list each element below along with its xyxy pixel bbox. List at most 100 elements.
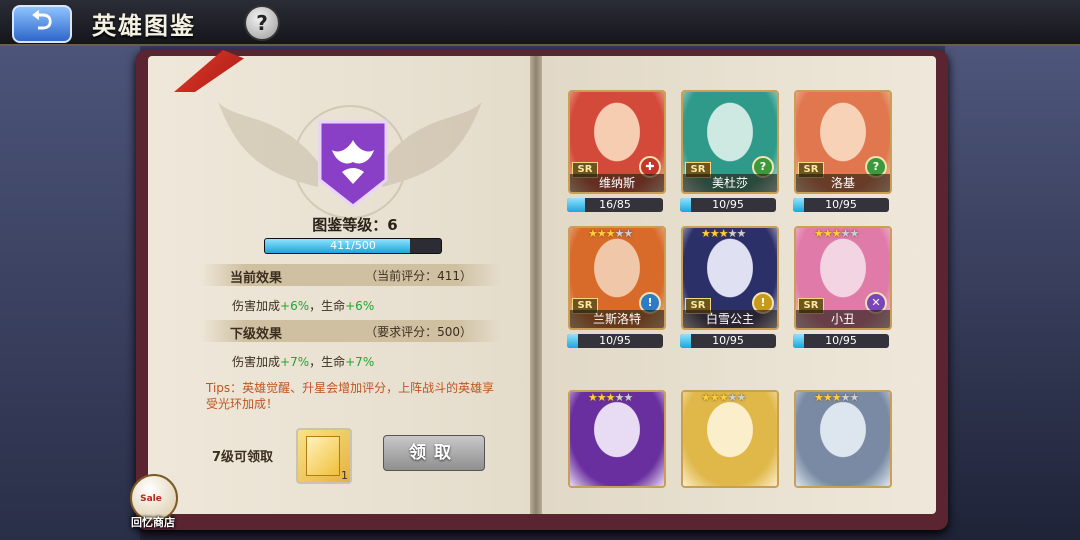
hero-card[interactable]: SR ✚ 维纳斯 [568, 90, 666, 194]
current-effect-line: 伤害加成+6%，生命+6% [232, 297, 374, 314]
hero-progress-text: 10/95 [599, 334, 631, 347]
star-rating: ★★★★★ [701, 227, 747, 240]
hero-card[interactable]: ★★★★★ [568, 390, 666, 488]
next-effect-hp-label: ，生命 [309, 355, 346, 369]
star-icon: ★ [718, 227, 729, 240]
current-effect-hp-label: ，生命 [309, 299, 346, 313]
hero-progress-bar: 10/95 [567, 334, 663, 348]
hero-portrait [796, 392, 890, 486]
current-effect-hp-value: +6% [345, 299, 375, 313]
reward-card-item[interactable]: 1 [296, 428, 352, 484]
shop-label: 回忆商店 [131, 516, 175, 529]
current-effect-dmg-value: +6% [280, 299, 310, 313]
hero-card[interactable]: ★★★★★ SR ✕ 小丑 [794, 226, 892, 330]
card-icon [306, 436, 340, 476]
star-icon: ★ [596, 391, 607, 404]
star-icon: ★ [614, 391, 625, 404]
star-icon: ★ [814, 391, 824, 404]
current-effect-title: 当前效果 [230, 271, 283, 286]
codex-shield-icon [318, 120, 388, 208]
hero-name: 美杜莎 [683, 174, 777, 192]
hero-portrait [683, 392, 777, 486]
star-icon: ★ [736, 227, 747, 240]
hero-name: 兰斯洛特 [570, 310, 664, 328]
hero-progress-text: 10/95 [712, 198, 744, 211]
background-right [945, 46, 1080, 540]
star-icon: ★ [614, 227, 625, 240]
tips-text: Tips：英雄觉醒、升星会增加评分，上阵战斗的英雄享受光环加成！ [206, 381, 495, 411]
star-icon: ★ [605, 391, 616, 404]
star-icon: ★ [736, 391, 747, 404]
next-effect-dmg-label: 伤害加成 [232, 355, 281, 369]
next-effect-line: 伤害加成+7%，生命+7% [232, 353, 374, 370]
star-icon: ★ [701, 391, 711, 404]
current-effect-dmg-label: 伤害加成 [232, 299, 281, 313]
next-effect-header: 下级效果 （要求评分：500） [200, 320, 502, 342]
star-icon: ★ [831, 391, 842, 404]
question-icon: ? [256, 11, 268, 35]
hero-progress-text: 10/95 [825, 334, 857, 347]
reward-label: 7级可领取 [212, 450, 274, 465]
book-spine [530, 56, 542, 514]
hero-portrait [570, 392, 664, 486]
star-icon: ★ [701, 227, 711, 240]
star-rating: ★★★★★ [588, 227, 634, 240]
hero-progress-text: 10/95 [825, 198, 857, 211]
claim-button[interactable]: 领取 [383, 435, 485, 471]
hero-card[interactable]: SR? 美杜莎 [681, 90, 779, 194]
back-button[interactable]: ⮌ [12, 5, 72, 43]
memory-shop-button[interactable]: Sale 回忆商店 [122, 474, 184, 534]
hero-progress-bar: 10/95 [793, 198, 889, 212]
star-icon: ★ [718, 391, 729, 404]
next-effect-score: （要求评分：500） [365, 325, 472, 339]
current-effect-score: （当前评分：411） [365, 269, 472, 283]
star-icon: ★ [822, 227, 833, 240]
star-icon: ★ [840, 227, 851, 240]
star-icon: ★ [849, 391, 860, 404]
codex-level-label: 图鉴等级：6 [312, 216, 398, 234]
star-icon: ★ [709, 391, 720, 404]
hero-name: 维纳斯 [570, 174, 664, 192]
star-icon: ★ [588, 391, 598, 404]
hero-name: 小丑 [796, 310, 890, 328]
current-effect-header: 当前效果 （当前评分：411） [200, 264, 502, 286]
hero-progress-text: 10/95 [712, 334, 744, 347]
reward-quantity: 1 [341, 469, 348, 482]
star-icon: ★ [596, 227, 607, 240]
hero-card[interactable]: SR? 洛基 [794, 90, 892, 194]
hero-name: 白雪公主 [683, 310, 777, 328]
hero-progress-bar: 10/95 [680, 334, 776, 348]
back-arrow-icon: ⮌ [31, 6, 53, 36]
top-bar: ⮌ 英雄图鉴 ? [0, 0, 1080, 46]
background-left [0, 46, 140, 540]
next-effect-dmg-value: +7% [280, 355, 310, 369]
star-icon: ★ [727, 391, 738, 404]
star-icon: ★ [623, 227, 634, 240]
hero-name: 洛基 [796, 174, 890, 192]
star-rating: ★★★★★ [814, 391, 860, 404]
hero-progress-bar: 16/85 [567, 198, 663, 212]
hero-card[interactable]: ★★★★★ [794, 390, 892, 488]
star-rating: ★★★★★ [814, 227, 860, 240]
codex-progress-bar: 411/500 [264, 238, 442, 254]
next-effect-hp-value: +7% [345, 355, 375, 369]
star-rating: ★★★★★ [701, 391, 747, 404]
star-icon: ★ [814, 227, 824, 240]
hero-card[interactable]: ★★★★★ SR! 白雪公主 [681, 226, 779, 330]
star-icon: ★ [822, 391, 833, 404]
shop-sale-badge: Sale [140, 494, 162, 504]
hero-progress-bar: 10/95 [793, 334, 889, 348]
hero-progress-text: 16/85 [599, 198, 631, 211]
star-icon: ★ [605, 227, 616, 240]
hero-progress-bar: 10/95 [680, 198, 776, 212]
star-icon: ★ [709, 227, 720, 240]
star-icon: ★ [623, 391, 634, 404]
page-title: 英雄图鉴 [92, 12, 196, 40]
star-icon: ★ [727, 227, 738, 240]
help-button[interactable]: ? [244, 5, 280, 41]
star-icon: ★ [849, 227, 860, 240]
star-icon: ★ [588, 227, 598, 240]
hero-card[interactable]: ★★★★★ SR! 兰斯洛特 [568, 226, 666, 330]
star-rating: ★★★★★ [588, 391, 634, 404]
hero-card[interactable]: ★★★★★ [681, 390, 779, 488]
